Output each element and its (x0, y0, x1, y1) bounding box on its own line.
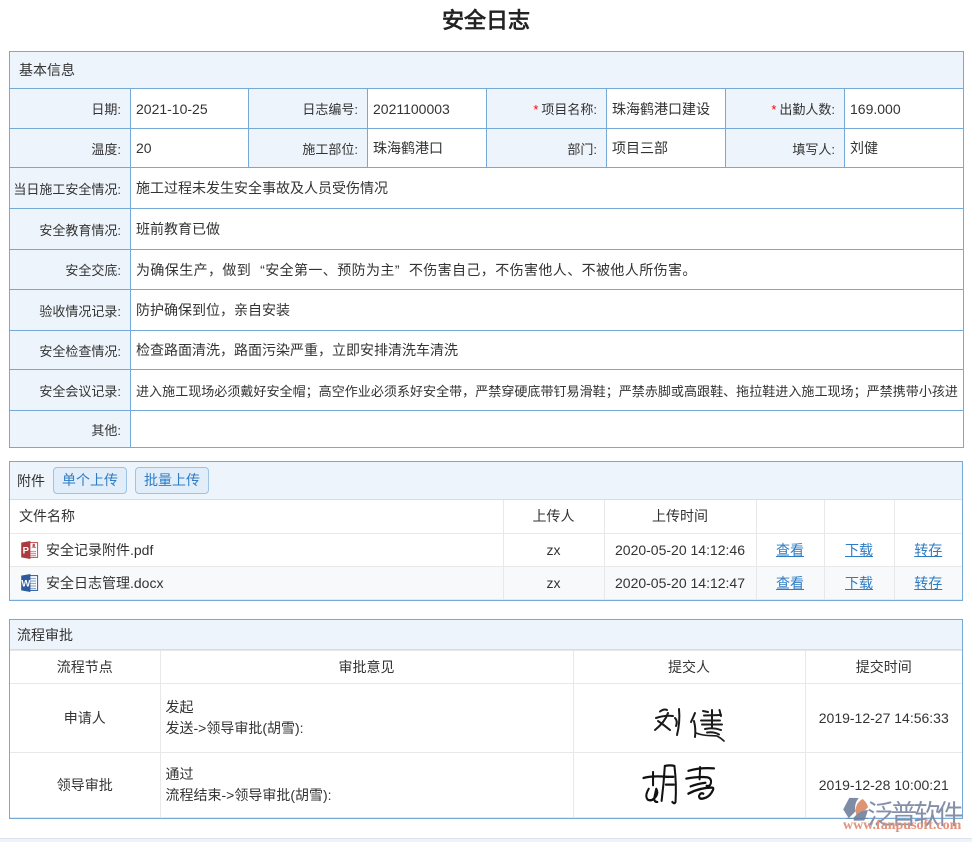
svg-text:P: P (23, 545, 30, 556)
svg-text:W: W (21, 578, 30, 589)
